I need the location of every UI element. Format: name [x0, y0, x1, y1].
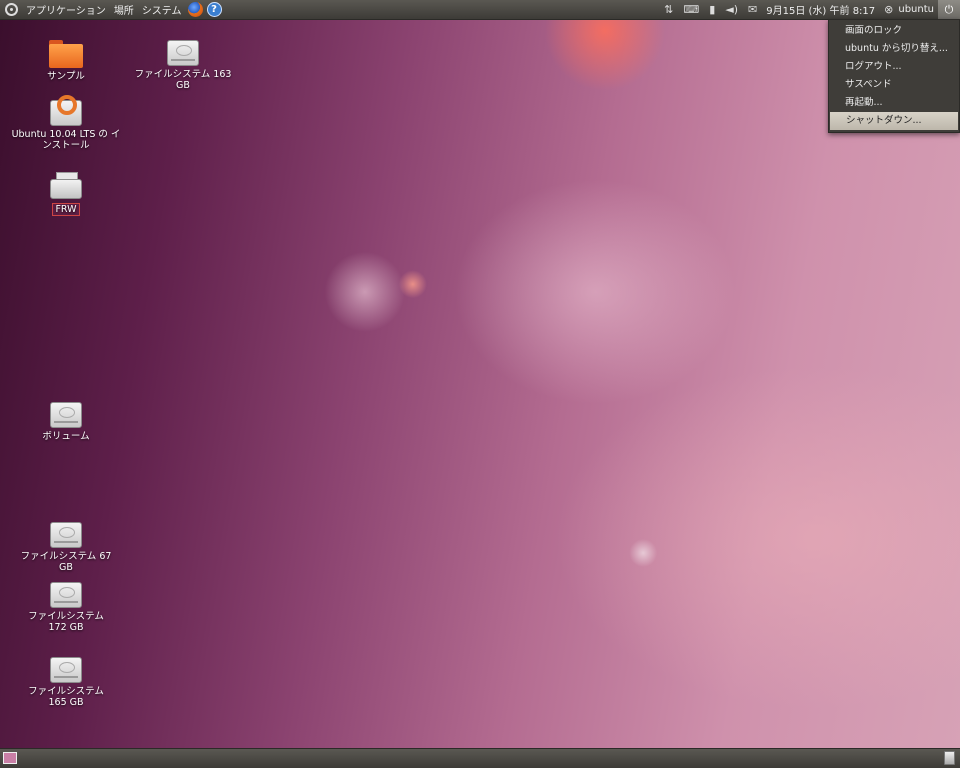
clock[interactable]: 9月15日 (水) 午前 8:17: [762, 0, 879, 19]
session-menu: 画面のロック ubuntu から切り替え... ログアウト... サスペンド 再…: [828, 19, 960, 133]
desktop-icon-label: Ubuntu 10.04 LTS の インストール: [11, 129, 121, 151]
desktop-icon-label: ファイルシステム 172 GB: [28, 611, 104, 633]
desktop-icon-cd[interactable]: FRW: [16, 172, 116, 216]
desktop-icon-label: ボリューム: [42, 431, 90, 442]
menu-item-suspend[interactable]: サスペンド: [829, 76, 959, 94]
bottom-panel: [0, 748, 960, 768]
firefox-icon[interactable]: [187, 2, 203, 17]
drive-icon: [50, 522, 82, 548]
desktop-icon-label: FRW: [52, 203, 80, 216]
drive-icon: [50, 402, 82, 428]
desktop-icon-install[interactable]: Ubuntu 10.04 LTS の インストール: [12, 95, 120, 151]
drive-icon: [50, 582, 82, 608]
user-status-icon: ⊗: [884, 3, 894, 16]
menu-item-switch-user[interactable]: ubuntu から切り替え...: [829, 40, 959, 58]
menu-places[interactable]: 場所: [110, 0, 138, 19]
install-icon: [50, 95, 82, 126]
network-icon[interactable]: ⇅: [659, 0, 678, 19]
battery-icon[interactable]: ▮: [704, 0, 720, 19]
drive-icon: [167, 40, 199, 66]
menu-item-shutdown[interactable]: シャットダウン...: [830, 112, 958, 130]
desktop-icon-fs163[interactable]: ファイルシステム 163 GB: [133, 40, 233, 91]
folder-icon: [49, 40, 83, 68]
menu-item-restart[interactable]: 再起動...: [829, 94, 959, 112]
desktop-icon-label: サンプル: [47, 71, 85, 82]
trash-icon[interactable]: [944, 751, 955, 765]
user-name[interactable]: ubuntu: [898, 0, 938, 19]
menu-item-lock-screen[interactable]: 画面のロック: [829, 22, 959, 40]
desktop-icon-fs165[interactable]: ファイルシステム 165 GB: [16, 657, 116, 708]
desktop-icon-label: ファイルシステム 163 GB: [134, 69, 232, 91]
keyboard-icon[interactable]: ⌨: [678, 0, 704, 19]
menu-system[interactable]: システム: [138, 0, 186, 19]
desktop-icon-volume[interactable]: ボリューム: [16, 402, 116, 442]
menu-applications[interactable]: アプリケーション: [22, 0, 110, 19]
desktop-icon-label: ファイルシステム 165 GB: [28, 686, 104, 708]
power-icon[interactable]: ⏻: [938, 0, 960, 19]
top-panel: アプリケーション 場所 システム ? ⇅ ⌨ ▮ ◄) ✉ 9月15日 (水) …: [0, 0, 960, 20]
desktop-icon-sample[interactable]: サンプル: [16, 40, 116, 82]
desktop-icon-label: ファイルシステム 67 GB: [20, 551, 112, 573]
help-icon[interactable]: ?: [206, 2, 222, 17]
desktop-icon-fs67[interactable]: ファイルシステム 67 GB: [16, 522, 116, 573]
drive-icon: [50, 657, 82, 683]
desktop-icon-fs172[interactable]: ファイルシステム 172 GB: [16, 582, 116, 633]
optical-drive-icon: [50, 172, 82, 200]
mail-icon[interactable]: ✉: [743, 0, 762, 19]
show-desktop-icon[interactable]: [3, 752, 17, 764]
ubuntu-logo-icon[interactable]: [5, 3, 18, 16]
menu-item-logout[interactable]: ログアウト...: [829, 58, 959, 76]
volume-icon[interactable]: ◄): [720, 0, 743, 19]
